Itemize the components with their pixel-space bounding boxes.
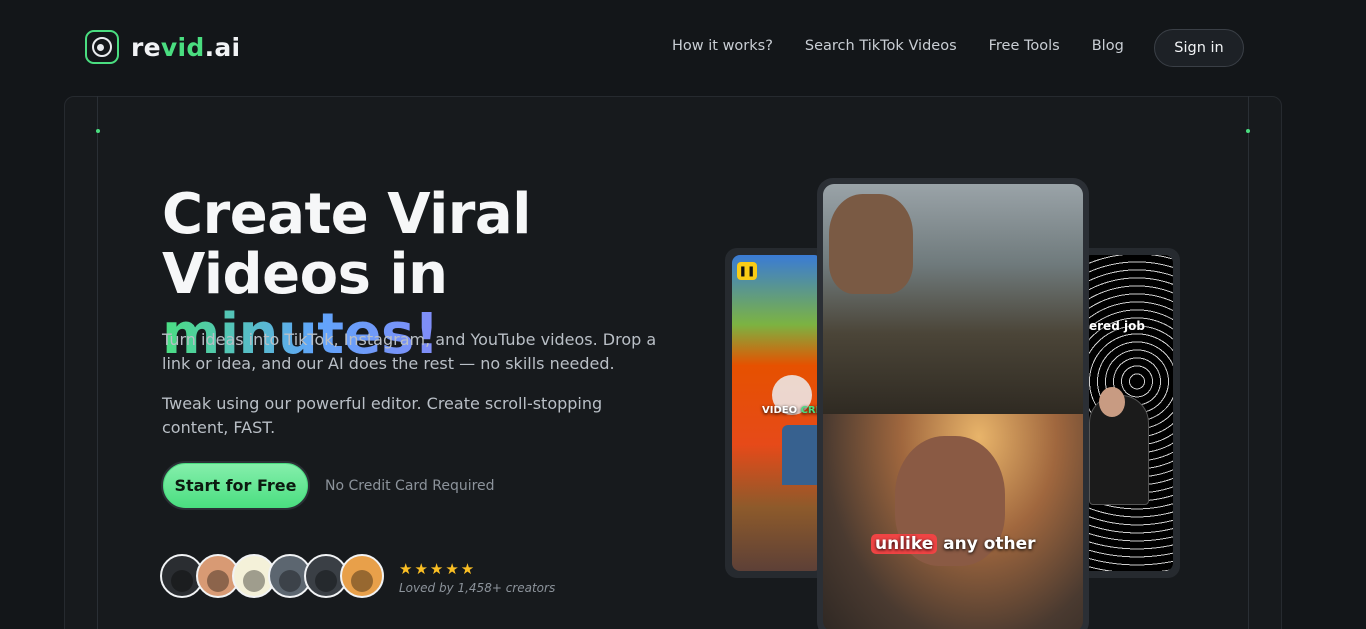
main-video-preview: unlike any other [823,184,1083,629]
no-credit-card-note: No Credit Card Required [325,478,495,494]
creator-avatars [160,554,384,598]
phone-preview-right: ered job [1076,248,1180,578]
phone-preview-left: ❚❚ VIDEO CRE [725,248,829,578]
nav-link-how-it-works[interactable]: How it works? [672,38,773,54]
avatar [340,554,384,598]
hero-description: Turn ideas into TikTok, Instagram, and Y… [162,330,657,373]
top-navbar: revid.ai How it works? Search TikTok Vid… [0,0,1366,96]
start-for-free-button[interactable]: Start for Free [161,461,310,510]
phone-preview-main: unlike any other [817,178,1089,629]
rating-stars-icon: ★★★★★ [399,560,477,578]
right-caption: ered job [1089,319,1145,333]
frame-guide-right [1248,96,1249,629]
nav-link-blog[interactable]: Blog [1092,38,1124,54]
main-caption: unlike any other [871,534,1036,554]
eye-logo-icon [85,30,119,64]
speaker-head [1099,387,1125,417]
hero-subdescription: Tweak using our powerful editor. Create … [162,394,603,437]
guide-dot-right [1246,129,1250,133]
nav-link-free-tools[interactable]: Free Tools [989,38,1060,54]
brand-name: revid.ai [131,32,241,62]
subway-game-preview: ❚❚ VIDEO CRE [732,255,822,571]
left-caption: VIDEO CRE [762,405,822,416]
guide-dot-left [96,129,100,133]
nav-links: How it works? Search TikTok Videos Free … [672,38,1156,54]
topographic-preview: ered job [1083,255,1173,571]
brand-logo[interactable]: revid.ai [85,30,240,64]
frame-guide-left [97,96,98,629]
archer-figure [829,194,913,294]
train-car [782,425,822,485]
social-proof-text: Loved by 1,458+ creators [399,581,556,595]
pause-icon[interactable]: ❚❚ [737,262,757,280]
nav-link-search-tiktok[interactable]: Search TikTok Videos [805,38,957,54]
sign-in-button[interactable]: Sign in [1154,29,1244,67]
